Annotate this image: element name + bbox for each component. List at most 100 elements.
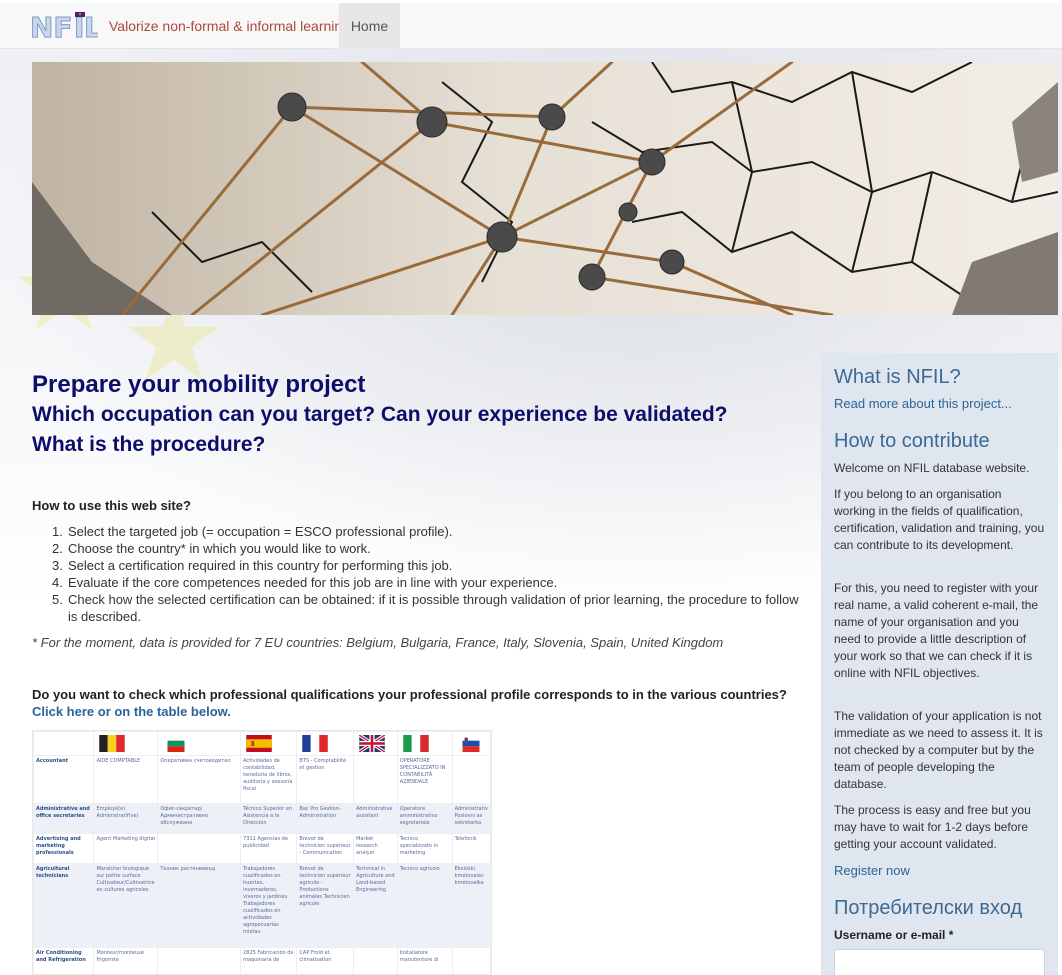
table-cell[interactable]: OPERATORE SPECIALIZZATO IN CONTABILITÀ A…	[396, 755, 453, 804]
uk-flag-icon	[359, 735, 386, 752]
username-label: Username or e-mail *	[834, 928, 954, 942]
occupation-cell[interactable]: Administrative and office secretaries	[33, 803, 95, 834]
step-text: Select the targeted job (= occupation = …	[68, 524, 453, 539]
table-row[interactable]: Administrative and office secretaries Em…	[33, 803, 491, 834]
hero-map-image	[32, 62, 1058, 315]
table-cell[interactable]: Técnico Superior en Asistencia a la Dire…	[240, 803, 298, 834]
list-item: 5. Check how the selected certification c…	[52, 592, 799, 624]
spain-flag-icon	[246, 735, 272, 752]
table-row[interactable]: Agricultural technicians Maraîcher biolo…	[33, 863, 491, 948]
table-cell[interactable]: Installatore manutentore di	[396, 947, 453, 974]
table-cell[interactable]: Tecnico agricolo	[396, 863, 453, 948]
list-item: 1. Select the targeted job (= occupation …	[52, 524, 453, 539]
top-navbar: NF I L Valorize non-formal & informal le…	[0, 3, 1062, 49]
table-row[interactable]: Accountant AIDE COMPTABLE Оперативен сче…	[33, 755, 491, 804]
list-item: 3. Select a certification required in thi…	[52, 558, 453, 573]
table-cell[interactable]: 2825 Fabricación de maquinaria de	[240, 947, 298, 974]
table-cell[interactable]: Maraîcher biologique sur petite surface …	[93, 863, 159, 948]
howto-steps-list: 1. Select the targeted job (= occupation …	[32, 523, 802, 625]
register-info-paragraph: For this, you need to register with your…	[834, 581, 1039, 680]
table-header-cell	[296, 731, 355, 756]
table-row[interactable]: Advertising and marketing professionals …	[33, 833, 491, 864]
table-cell[interactable]: Monteur/monteuse frigoriste	[93, 947, 159, 974]
username-input[interactable]	[834, 949, 1045, 975]
table-cell[interactable]	[353, 947, 398, 974]
table-row[interactable]: Air Conditioning and Refrigeration Monte…	[33, 947, 491, 974]
table-header-cell	[93, 731, 159, 756]
france-flag-icon	[302, 735, 329, 752]
table-cell[interactable]: Техник растениевъд	[157, 863, 242, 948]
nav-home-link[interactable]: Home	[339, 3, 400, 49]
table-cell[interactable]: Оперативен счетоводител	[157, 755, 242, 804]
table-cell[interactable]: Administrative assistant	[353, 803, 398, 834]
qualifications-question: Do you want to check which professional …	[32, 687, 787, 702]
table-cell[interactable]: BTS - Comptabilité et gestion	[296, 755, 355, 804]
table-header-cell	[157, 731, 242, 756]
nfil-logo[interactable]: NF I L	[30, 11, 98, 41]
main-content: Prepare your mobility project Which occu…	[32, 370, 802, 719]
table-header-cell	[353, 731, 398, 756]
validation-paragraph: The validation of your application is no…	[834, 709, 1043, 791]
step-text: Choose the country* in which you would l…	[68, 541, 371, 556]
slovenia-flag-icon	[462, 735, 480, 752]
table-cell[interactable]: Tecnico specializzato in marketing	[396, 833, 453, 864]
table-header-cell	[451, 731, 491, 756]
list-item: 2. Choose the country* in which you would…	[52, 541, 371, 556]
step-text: Evaluate if the core competences needed …	[68, 575, 558, 590]
belgium-flag-icon	[99, 735, 126, 752]
table-cell[interactable]: Market research analyst	[353, 833, 398, 864]
howto-heading: How to use this web site?	[32, 498, 191, 513]
table-cell[interactable]: 7311 Agencias de publicidad	[240, 833, 298, 864]
table-header-cell	[240, 731, 298, 756]
table-cell[interactable]: CAP Froid et climatisation	[296, 947, 355, 974]
table-cell[interactable]: Bac Pro Gestion-Administration	[296, 803, 355, 834]
table-cell[interactable]: Ekološki kmetovalec kmetovalka	[451, 863, 491, 948]
table-cell[interactable]: Agent Marketing digital	[93, 833, 159, 864]
table-header-cell	[396, 731, 453, 756]
table-cell[interactable]: Operatore amministrativo segretariale	[396, 803, 453, 834]
occupation-cell[interactable]: Accountant	[33, 755, 95, 804]
bulgaria-flag-icon	[167, 735, 185, 752]
table-cell[interactable]: AIDE COMPTABLE	[93, 755, 159, 804]
table-cell[interactable]: Employé(e) Administratif(ve)	[93, 803, 159, 834]
svg-text:NF: NF	[30, 11, 73, 41]
step-text: Select a certification required in this …	[68, 558, 453, 573]
table-cell[interactable]: Technical in Agriculture and Land-based …	[353, 863, 398, 948]
table-corner-cell	[33, 731, 95, 756]
table-cell[interactable]: Trabajadores cualificados en huertas, in…	[240, 863, 298, 948]
step-text: Check how the selected certification can…	[68, 592, 799, 624]
table-cell[interactable]	[451, 947, 491, 974]
what-is-nfil-heading: What is NFIL?	[834, 366, 961, 388]
table-cell[interactable]	[157, 947, 242, 974]
table-cell[interactable]: Actividades de contabilidad, teneduría d…	[240, 755, 298, 804]
occupation-cell[interactable]: Agricultural technicians	[33, 863, 95, 948]
table-cell[interactable]: Офис-секретар/Административно обслужване	[157, 803, 242, 834]
page-title: Prepare your mobility project	[32, 371, 366, 398]
brand-tagline[interactable]: Valorize non-formal & informal learning	[109, 18, 350, 34]
how-to-contribute-heading: How to contribute	[834, 430, 990, 452]
register-now-link[interactable]: Register now	[834, 863, 910, 878]
italy-flag-icon	[403, 735, 429, 752]
countries-note: * For the moment, data is provided for 7…	[32, 635, 724, 650]
page-subtitle-procedure: What is the procedure?	[32, 433, 266, 456]
occupation-cell[interactable]: Advertising and marketing professionals	[33, 833, 95, 864]
qualifications-table-preview[interactable]: Accountant AIDE COMPTABLE Оперативен сче…	[32, 730, 492, 975]
svg-text:L: L	[84, 11, 98, 41]
table-cell[interactable]	[157, 833, 242, 864]
occupation-cell[interactable]: Air Conditioning and Refrigeration	[33, 947, 95, 974]
table-cell[interactable]: Telefonik	[451, 833, 491, 864]
table-cell[interactable]	[451, 755, 491, 804]
contribute-paragraph: If you belong to an organisation working…	[834, 487, 1045, 552]
list-item: 4. Evaluate if the core competences neede…	[52, 575, 558, 590]
page-subtitle-question: Which occupation can you target? Can you…	[32, 403, 728, 426]
process-paragraph: The process is easy and free but you may…	[834, 803, 1031, 851]
table-cell[interactable]: Brevet de technicien supérieur - Communi…	[296, 833, 355, 864]
table-cell[interactable]	[353, 755, 398, 804]
sidebar-panel: What is NFIL? Read more about this proje…	[821, 353, 1058, 975]
welcome-text: Welcome on NFIL database website.	[834, 461, 1030, 475]
open-table-link[interactable]: Click here or on the table below.	[32, 704, 231, 719]
table-cell[interactable]: Administrativ Poslovni as sekretarka	[451, 803, 491, 834]
table-cell[interactable]: Brevet de technicien supérieur agricole …	[296, 863, 355, 948]
read-more-link[interactable]: Read more about this project...	[834, 396, 1012, 411]
login-heading: Потребителски вход	[834, 897, 1023, 919]
